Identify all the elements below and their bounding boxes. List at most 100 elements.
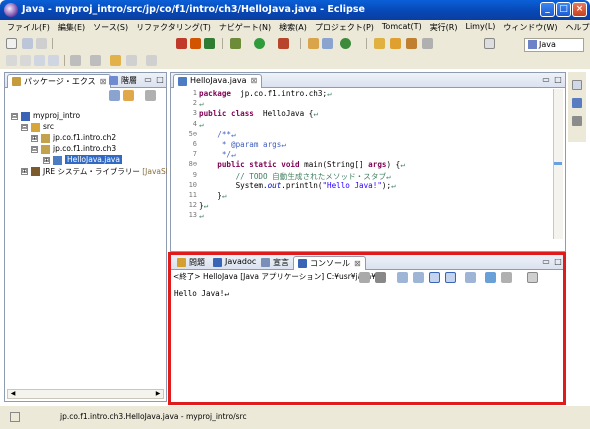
expand-icon[interactable]: ⊞ xyxy=(31,135,38,142)
task-list-icon[interactable] xyxy=(572,116,582,126)
open-console-icon[interactable] xyxy=(501,272,512,283)
tab-hellojava[interactable]: HelloJava.java ⊠ xyxy=(173,74,263,88)
perspective-switcher[interactable]: Java xyxy=(524,38,584,52)
tab-hierarchy[interactable]: 階層 xyxy=(105,74,141,88)
maximize-button[interactable]: □ xyxy=(556,2,571,17)
expand-icon[interactable]: ⊞ xyxy=(21,168,28,175)
overview-marker[interactable] xyxy=(554,162,562,165)
tree-node-project[interactable]: ⊟ myproj_intro xyxy=(11,111,161,122)
close-button[interactable]: × xyxy=(572,2,587,17)
search-icon[interactable] xyxy=(406,38,417,49)
next-annotation-icon[interactable] xyxy=(70,55,81,66)
menu-refactor[interactable]: リファクタリング(T) xyxy=(132,20,215,35)
format-icon[interactable] xyxy=(48,55,59,66)
collapse-all-icon[interactable] xyxy=(109,90,120,101)
code-area[interactable]: 1 2 3 4 5⊖ 6 7 8⊖ 9 10 11 12 13 package jp.co.f1.int… xyxy=(171,89,551,241)
expand-icon[interactable]: ⊞ xyxy=(43,157,50,164)
menu-limy[interactable]: Limy(L) xyxy=(462,20,500,35)
tree-node-package-ch3[interactable]: ⊟ jp.co.f1.intro.ch3 xyxy=(31,144,161,155)
show-stdout-icon[interactable] xyxy=(429,272,440,283)
maximize-view-icon[interactable]: □ xyxy=(553,257,563,267)
menu-window[interactable]: ウィンドウ(W) xyxy=(499,20,561,35)
collapse-icon[interactable]: ⊟ xyxy=(11,113,18,120)
minimize-button[interactable]: _ xyxy=(540,2,555,17)
display-console-icon[interactable] xyxy=(485,272,496,283)
fast-view-icon[interactable] xyxy=(10,412,20,422)
remove-launch-icon[interactable] xyxy=(375,272,386,283)
outline-icon[interactable] xyxy=(572,98,582,108)
close-tab-icon[interactable]: ⊠ xyxy=(250,76,257,85)
tree-node-jre[interactable]: ⊞ JRE システム・ライブラリー [JavaSE xyxy=(21,166,167,177)
code-line: }↵ xyxy=(199,201,208,210)
menu-search[interactable]: 検索(A) xyxy=(275,20,311,35)
tree-node-src[interactable]: ⊟ src xyxy=(21,122,161,133)
code-token: .println( xyxy=(281,180,323,190)
prev-annotation-icon[interactable] xyxy=(90,55,101,66)
open-perspective-icon[interactable] xyxy=(484,38,495,49)
print-icon[interactable] xyxy=(36,38,47,49)
new-class-icon[interactable] xyxy=(340,38,351,49)
save-icon[interactable] xyxy=(22,38,33,49)
tab-javadoc[interactable]: Javadoc xyxy=(209,256,260,270)
new-icon[interactable] xyxy=(6,38,17,49)
tree-node-package-ch2[interactable]: ⊞ jp.co.f1.intro.ch2 xyxy=(31,133,161,144)
scroll-lock-icon[interactable] xyxy=(413,272,424,283)
minimize-view-icon[interactable]: ▭ xyxy=(143,75,153,85)
minimize-view-icon[interactable]: ▭ xyxy=(541,75,551,85)
clear-console-icon[interactable] xyxy=(397,272,408,283)
last-edit-icon[interactable] xyxy=(110,55,121,66)
menu-tomcat[interactable]: Tomcat(T) xyxy=(378,20,426,35)
restore-icon[interactable] xyxy=(572,80,582,90)
scroll-right-icon[interactable]: ▶ xyxy=(153,390,163,398)
code-token: jp.co.f1.intro.ch3; xyxy=(231,89,328,98)
view-menu-icon[interactable] xyxy=(145,90,156,101)
tab-package-explorer[interactable]: パッケージ・エクス ⊠ xyxy=(7,74,112,88)
tree-node-hellojava[interactable]: ⊞ HelloJava.java xyxy=(43,155,161,166)
maximize-view-icon[interactable]: □ xyxy=(553,75,563,85)
jre-version-label: [JavaSE xyxy=(142,167,167,176)
external-tools-icon[interactable] xyxy=(278,38,289,49)
open-type-icon[interactable] xyxy=(374,38,385,49)
server-icon[interactable] xyxy=(190,38,201,49)
forward-icon[interactable] xyxy=(146,55,157,66)
terminate-icon[interactable] xyxy=(359,272,370,283)
tab-problems[interactable]: 問題 xyxy=(173,256,209,270)
link-with-editor-icon[interactable] xyxy=(123,90,134,101)
tab-console[interactable]: コンソール ⊠ xyxy=(293,256,366,270)
close-tab-icon[interactable]: ⊠ xyxy=(354,259,361,268)
minimize-view-icon[interactable]: ▭ xyxy=(541,257,551,267)
maximize-view-icon[interactable]: □ xyxy=(155,75,165,85)
task-icon[interactable] xyxy=(34,55,45,66)
debug-icon[interactable] xyxy=(230,38,241,49)
menu-edit[interactable]: 編集(E) xyxy=(54,20,89,35)
mark-icon[interactable] xyxy=(20,55,31,66)
collapse-icon[interactable]: ⊟ xyxy=(31,146,38,153)
window-titlebar[interactable]: Java - myproj_intro/src/jp/co/f1/intro/c… xyxy=(0,0,590,20)
menu-run[interactable]: 実行(R) xyxy=(426,20,462,35)
pen-icon[interactable] xyxy=(422,38,433,49)
menu-navigate[interactable]: ナビゲート(N) xyxy=(215,20,275,35)
console-view-menu-icon[interactable] xyxy=(527,272,538,283)
collapse-icon[interactable]: ⊟ xyxy=(21,124,28,131)
new-java-project-icon[interactable] xyxy=(308,38,319,49)
pin-console-icon[interactable] xyxy=(465,272,476,283)
new-package-icon[interactable] xyxy=(322,38,333,49)
menu-project[interactable]: プロジェクト(P) xyxy=(311,20,378,35)
scroll-left-icon[interactable]: ◀ xyxy=(8,390,18,398)
menu-source[interactable]: ソース(S) xyxy=(89,20,132,35)
menu-file[interactable]: ファイル(F) xyxy=(3,20,54,35)
annotation-icon[interactable] xyxy=(6,55,17,66)
line-number: 5⊖ xyxy=(188,129,197,138)
run-icon[interactable] xyxy=(254,38,265,49)
debug-tools-icon[interactable] xyxy=(176,38,187,49)
show-stderr-icon[interactable] xyxy=(445,272,456,283)
code-token: ↵ xyxy=(199,211,204,221)
perspective-label: Java xyxy=(539,40,556,49)
code-token: */↵ xyxy=(199,150,236,160)
open-folder-icon[interactable] xyxy=(390,38,401,49)
deploy-icon[interactable] xyxy=(204,38,215,49)
back-icon[interactable] xyxy=(126,55,137,66)
menu-help[interactable]: ヘルプ(H) xyxy=(562,20,590,35)
horizontal-scrollbar[interactable]: ◀ ▶ xyxy=(7,389,164,399)
tab-declaration[interactable]: 宣言 xyxy=(257,256,293,270)
